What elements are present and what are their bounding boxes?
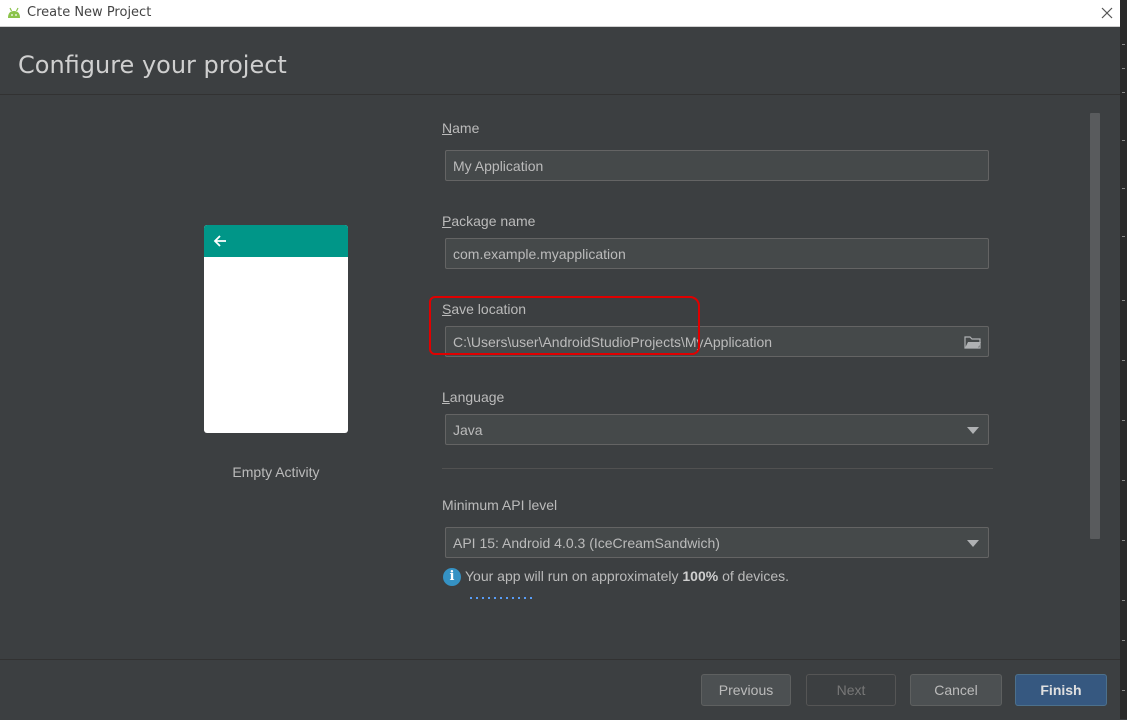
info-icon: i xyxy=(443,568,461,587)
preview-toolbar xyxy=(204,225,348,257)
finish-button[interactable]: Finish xyxy=(1015,674,1107,706)
device-coverage-info: i Your app will run on approximately 100%… xyxy=(443,568,789,587)
cancel-button[interactable]: Cancel xyxy=(910,674,1002,706)
name-label: Name xyxy=(442,120,480,136)
title-bar: Create New Project xyxy=(0,0,1120,27)
activity-name: Empty Activity xyxy=(232,464,320,480)
arrow-left-icon xyxy=(213,235,226,247)
min-api-dropdown[interactable]: API 15: Android 4.0.3 (IceCreamSandwich) xyxy=(445,527,989,558)
window-title: Create New Project xyxy=(27,5,152,20)
previous-button[interactable]: Previous xyxy=(701,674,791,706)
clipped-text xyxy=(343,594,357,600)
android-icon xyxy=(8,7,20,18)
header-divider xyxy=(0,94,1120,95)
activity-preview xyxy=(204,225,348,433)
language-label: Language xyxy=(442,389,505,405)
chevron-down-icon xyxy=(967,427,979,434)
package-field[interactable]: com.example.myapplication xyxy=(445,238,989,269)
min-api-label: Minimum API level xyxy=(442,497,558,513)
min-api-value: API 15: Android 4.0.3 (IceCreamSandwich) xyxy=(453,535,720,551)
next-button[interactable]: Next xyxy=(806,674,896,706)
folder-icon[interactable] xyxy=(964,335,982,349)
language-dropdown[interactable]: Java xyxy=(445,414,989,445)
page-title: Configure your project xyxy=(18,51,287,79)
chevron-down-icon xyxy=(967,540,979,547)
section-divider xyxy=(442,468,993,469)
scrollbar-thumb[interactable] xyxy=(1090,113,1100,539)
close-icon[interactable] xyxy=(1098,4,1116,22)
clipped-link[interactable] xyxy=(470,594,540,600)
window-edge xyxy=(1120,0,1127,719)
package-label: Package name xyxy=(442,213,536,229)
name-field[interactable]: My Application xyxy=(445,150,989,181)
language-value: Java xyxy=(453,422,483,438)
highlight-annotation xyxy=(429,296,700,355)
